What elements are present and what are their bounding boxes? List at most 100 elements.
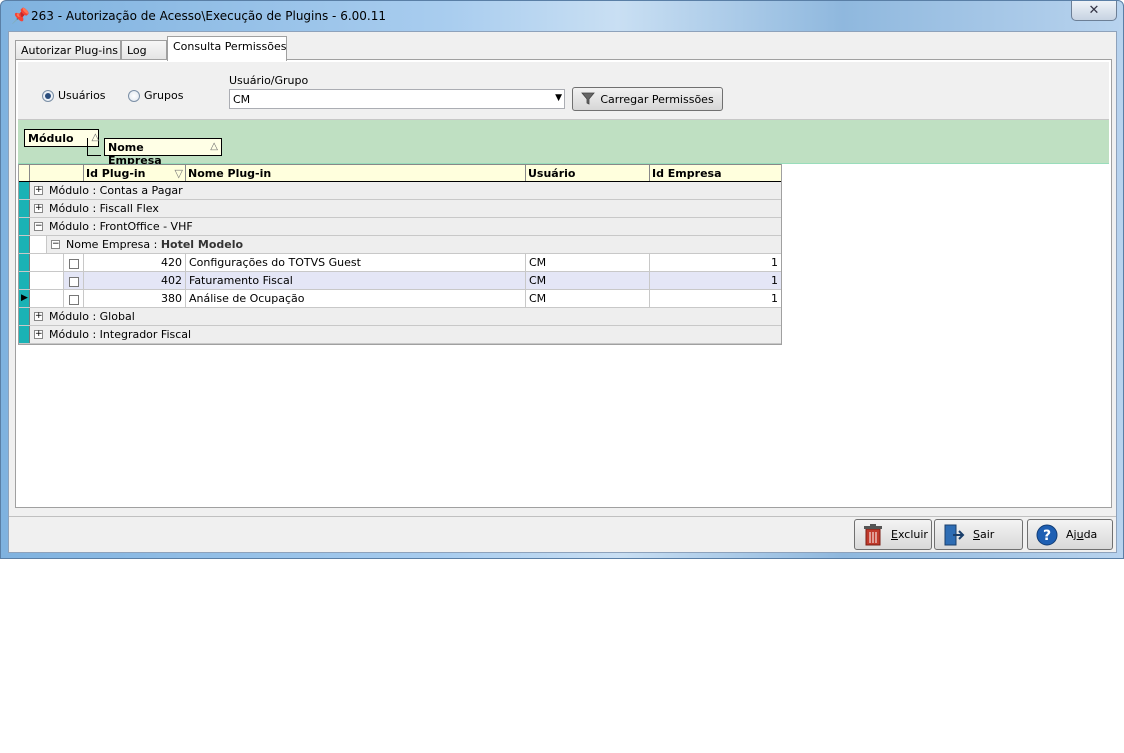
- cell-user[interactable]: CM: [526, 290, 650, 307]
- cell-plugin-name[interactable]: Faturamento Fiscal: [186, 272, 526, 289]
- expand-icon[interactable]: +: [34, 312, 43, 321]
- sort-asc-icon: △: [210, 141, 218, 152]
- radio-groups-dot[interactable]: [128, 89, 140, 102]
- group-label: Módulo : Contas a Pagar: [49, 184, 183, 197]
- radio-groups-label: Grupos: [144, 89, 184, 102]
- group-row-text: + Módulo : Integrador Fiscal: [30, 326, 191, 343]
- tab-page-consult-permissions: Usuários Grupos Usuário/Grupo CM ▼ Carre…: [15, 59, 1112, 508]
- radio-groups[interactable]: Grupos: [128, 89, 183, 102]
- close-button[interactable]: ✕: [1071, 1, 1117, 21]
- header-spacer: [30, 165, 84, 181]
- indent: [30, 272, 64, 289]
- exit-door-icon: [944, 524, 965, 545]
- header-plugin-name[interactable]: Nome Plug-in: [186, 165, 526, 181]
- sort-desc-icon: ▽: [174, 167, 183, 180]
- group-row-integrador-fiscal[interactable]: + Módulo : Integrador Fiscal: [19, 326, 781, 344]
- tab-log[interactable]: Log: [121, 40, 167, 60]
- client-area: Autorizar Plug-ins Log Consulta Permissõ…: [8, 31, 1117, 553]
- cell-company-id[interactable]: 1: [650, 254, 781, 271]
- cell-id-plugin[interactable]: 402: [84, 272, 186, 289]
- header-indicator: [19, 165, 30, 181]
- radio-users-label: Usuários: [58, 89, 106, 102]
- delete-button[interactable]: Excluir: [854, 519, 932, 550]
- title-bar[interactable]: 📌 263 - Autorização de Acesso\Execução d…: [1, 1, 1123, 31]
- row-indicator: [19, 308, 30, 325]
- row-checkbox[interactable]: [68, 277, 79, 287]
- usergroup-value: CM: [233, 93, 251, 106]
- expand-icon[interactable]: +: [34, 186, 43, 195]
- collapse-icon[interactable]: −: [51, 240, 60, 249]
- cell-plugin-name[interactable]: Análise de Ocupação: [186, 290, 526, 307]
- window-title: 263 - Autorização de Acesso\Execução de …: [31, 9, 387, 23]
- delete-label: Excluir: [891, 528, 928, 541]
- row-checkbox[interactable]: [68, 295, 79, 305]
- subgroup-value: Hotel Modelo: [160, 238, 244, 251]
- cell-user[interactable]: CM: [526, 254, 650, 271]
- group-row-fiscall-flex[interactable]: + Módulo : Fiscall Flex: [19, 200, 781, 218]
- group-row-text: + Módulo : Contas a Pagar: [30, 182, 183, 199]
- group-row-text: − Módulo : FrontOffice - VHF: [30, 218, 193, 235]
- load-permissions-button[interactable]: Carregar Permissões: [572, 87, 723, 111]
- indent: [30, 254, 64, 271]
- group-row-contas-a-pagar[interactable]: + Módulo : Contas a Pagar: [19, 182, 781, 200]
- current-row-icon: ▶: [21, 293, 28, 303]
- svg-text:?: ?: [1043, 528, 1051, 544]
- row-checkbox-cell: [64, 272, 84, 289]
- group-row-global[interactable]: + Módulo : Global: [19, 308, 781, 326]
- group-chip-module-label: Módulo: [28, 132, 74, 145]
- collapse-icon[interactable]: −: [34, 222, 43, 231]
- header-id-plugin[interactable]: Id Plug-in ▽: [84, 165, 186, 181]
- row-indicator: [19, 236, 30, 253]
- cell-id-plugin[interactable]: 420: [84, 254, 186, 271]
- tab-strip: Autorizar Plug-ins Log Consulta Permissõ…: [15, 36, 1115, 61]
- expand-icon[interactable]: +: [34, 204, 43, 213]
- cell-user[interactable]: CM: [526, 272, 650, 289]
- table-row[interactable]: 420 Configurações do TOTVS Guest CM 1: [19, 254, 781, 272]
- radio-users[interactable]: Usuários: [42, 89, 106, 102]
- exit-button[interactable]: Sair: [934, 519, 1023, 550]
- usergroup-label: Usuário/Grupo: [229, 74, 309, 87]
- app-window: 📌 263 - Autorização de Acesso\Execução d…: [0, 0, 1124, 559]
- cell-plugin-name[interactable]: Configurações do TOTVS Guest: [186, 254, 526, 271]
- grid-header: Id Plug-in ▽ Nome Plug-in Usuário Id Empr…: [19, 164, 781, 182]
- tab-consult-permissions[interactable]: Consulta Permissões: [167, 36, 287, 61]
- permissions-grid: Id Plug-in ▽ Nome Plug-in Usuário Id Empr…: [18, 164, 782, 345]
- group-row-frontoffice[interactable]: − Módulo : FrontOffice - VHF: [19, 218, 781, 236]
- row-indicator: [19, 218, 30, 235]
- group-row-text: + Módulo : Fiscall Flex: [30, 200, 159, 217]
- group-label: Módulo : Global: [49, 310, 135, 323]
- help-button[interactable]: ? Ajuda: [1027, 519, 1113, 550]
- cell-company-id[interactable]: 1: [650, 272, 781, 289]
- table-row[interactable]: 402 Faturamento Fiscal CM 1: [19, 272, 781, 290]
- row-indicator: [19, 200, 30, 217]
- filter-panel: Usuários Grupos Usuário/Grupo CM ▼ Carre…: [18, 62, 1109, 120]
- header-company-id[interactable]: Id Empresa: [650, 165, 781, 181]
- row-checkbox[interactable]: [68, 259, 79, 269]
- usergroup-select[interactable]: CM ▼: [229, 89, 565, 109]
- help-icon: ?: [1036, 524, 1058, 545]
- filter-icon: [581, 92, 596, 105]
- group-label: Módulo : FrontOffice - VHF: [49, 220, 193, 233]
- expand-icon[interactable]: +: [34, 330, 43, 339]
- help-label: Ajuda: [1066, 528, 1098, 541]
- tab-authorize-plugins[interactable]: Autorizar Plug-ins: [15, 40, 121, 60]
- row-indicator: [19, 254, 30, 271]
- trash-icon: [864, 523, 882, 545]
- row-indicator: ▶: [19, 290, 30, 307]
- group-by-panel: Módulo △ Nome Empresa △: [18, 120, 1109, 167]
- cell-company-id[interactable]: 1: [650, 290, 781, 307]
- button-bar: Excluir Sair ? Ajuda: [9, 516, 1116, 552]
- cell-id-plugin[interactable]: 380: [84, 290, 186, 307]
- row-checkbox-cell: [64, 254, 84, 271]
- subgroup-row-company[interactable]: − Nome Empresa : Hotel Modelo: [19, 236, 781, 254]
- table-row[interactable]: ▶ 380 Análise de Ocupação CM 1: [19, 290, 781, 308]
- chevron-down-icon[interactable]: ▼: [555, 93, 562, 103]
- exit-label: Sair: [973, 528, 995, 541]
- load-permissions-label: Carregar Permissões: [600, 92, 714, 106]
- radio-users-dot[interactable]: [42, 89, 54, 102]
- subgroup-label: Nome Empresa :: [66, 238, 158, 251]
- group-chip-company[interactable]: Nome Empresa △: [104, 138, 222, 167]
- header-user[interactable]: Usuário: [526, 165, 650, 181]
- indent: [30, 236, 47, 253]
- header-id-plugin-label: Id Plug-in: [86, 167, 146, 180]
